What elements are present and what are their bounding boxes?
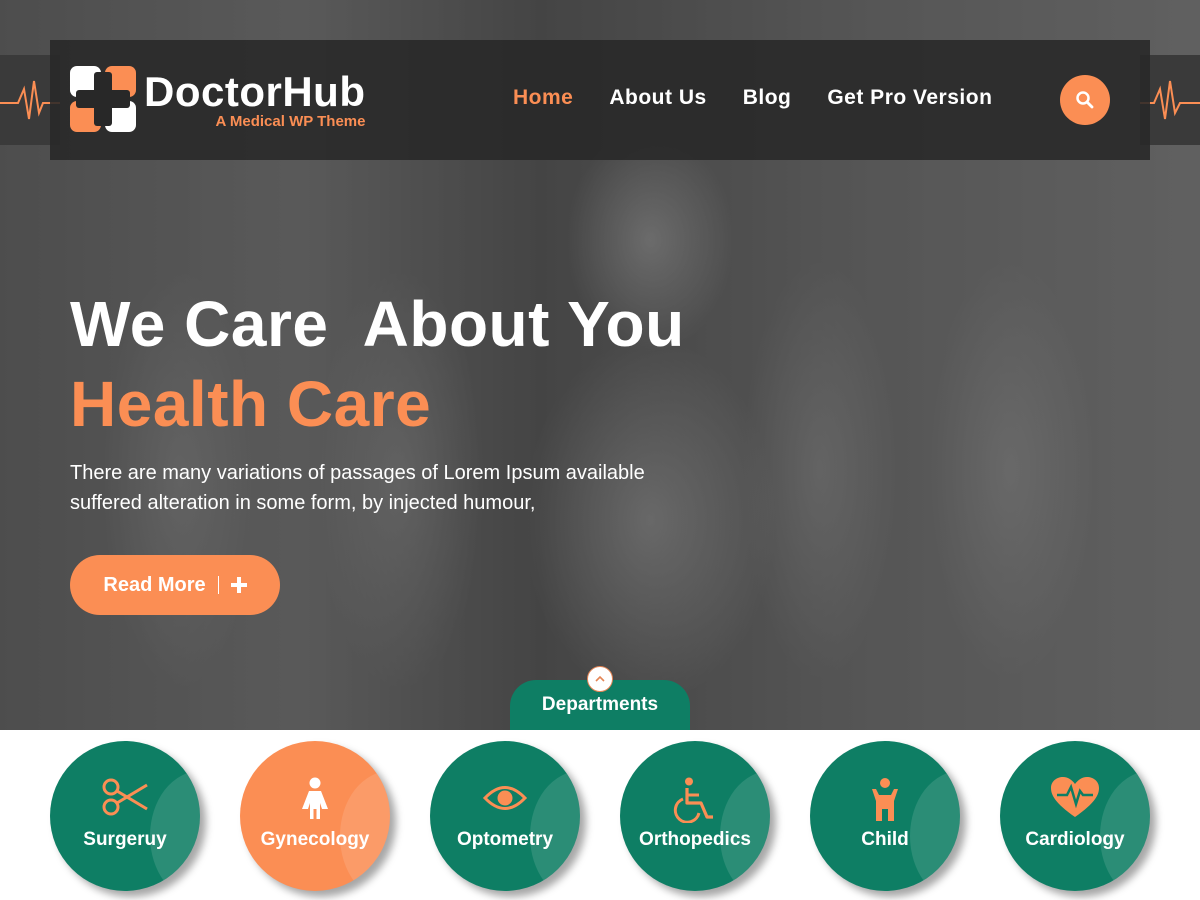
scissors-icon [102, 778, 148, 816]
hero-subheadline: Health Care [70, 368, 432, 440]
hero-description-line: There are many variations of passages of… [70, 462, 645, 484]
plus-icon [230, 577, 247, 593]
department-label: Optometry [456, 829, 554, 850]
nav-item-about-us[interactable]: About Us [609, 86, 706, 110]
search-button[interactable] [1060, 75, 1110, 125]
department-gynecology[interactable]: Gynecology [240, 741, 390, 891]
logo-text: DoctorHub A Medical WP Theme [144, 67, 366, 130]
nav-item-blog[interactable]: Blog [743, 86, 792, 110]
nav-item-home[interactable]: Home [513, 86, 573, 110]
medical-cross-icon [70, 66, 136, 132]
department-label: Orthopedics [639, 829, 751, 850]
department-surgery[interactable]: Surgeruy [50, 741, 200, 891]
department-label: Gynecology [260, 829, 370, 850]
department-cardiology[interactable]: Cardiology [1000, 741, 1150, 891]
heart-pulse-icon [1051, 777, 1099, 817]
department-label: Surgeruy [83, 829, 167, 850]
department-optometry[interactable]: Optometry [430, 741, 580, 891]
wheelchair-icon [673, 777, 713, 823]
departments-row: Surgeruy Gynecology Optometry Orthopedic… [0, 730, 1200, 900]
read-more-button[interactable]: Read More [70, 555, 280, 615]
site-logo[interactable]: DoctorHub A Medical WP Theme [70, 66, 365, 132]
department-orthopedics[interactable]: Orthopedics [620, 741, 770, 891]
hero-description: There are many variations of passages of… [70, 458, 750, 518]
department-child[interactable]: Child [810, 741, 960, 891]
chevron-up-icon [595, 675, 605, 682]
child-icon [872, 778, 898, 821]
read-more-label: Read More [103, 573, 206, 596]
hero-description-line: suffered alteration in some form, by inj… [70, 492, 536, 514]
hero-headline: We Care About You [70, 288, 685, 360]
departments-tab-label: Departments [541, 694, 659, 715]
eye-icon [483, 786, 527, 810]
main-nav: Home About Us Blog Get Pro Version [513, 86, 1028, 110]
brand-tagline: A Medical WP Theme [215, 112, 366, 130]
department-label: Cardiology [1025, 829, 1125, 850]
button-divider [217, 576, 219, 594]
department-label: Child [861, 829, 909, 850]
woman-icon [302, 777, 328, 819]
brand-name: DoctorHub [144, 67, 366, 115]
nav-item-get-pro-version[interactable]: Get Pro Version [827, 86, 992, 110]
departments-toggle-button[interactable] [587, 666, 613, 692]
search-icon [1076, 91, 1094, 109]
